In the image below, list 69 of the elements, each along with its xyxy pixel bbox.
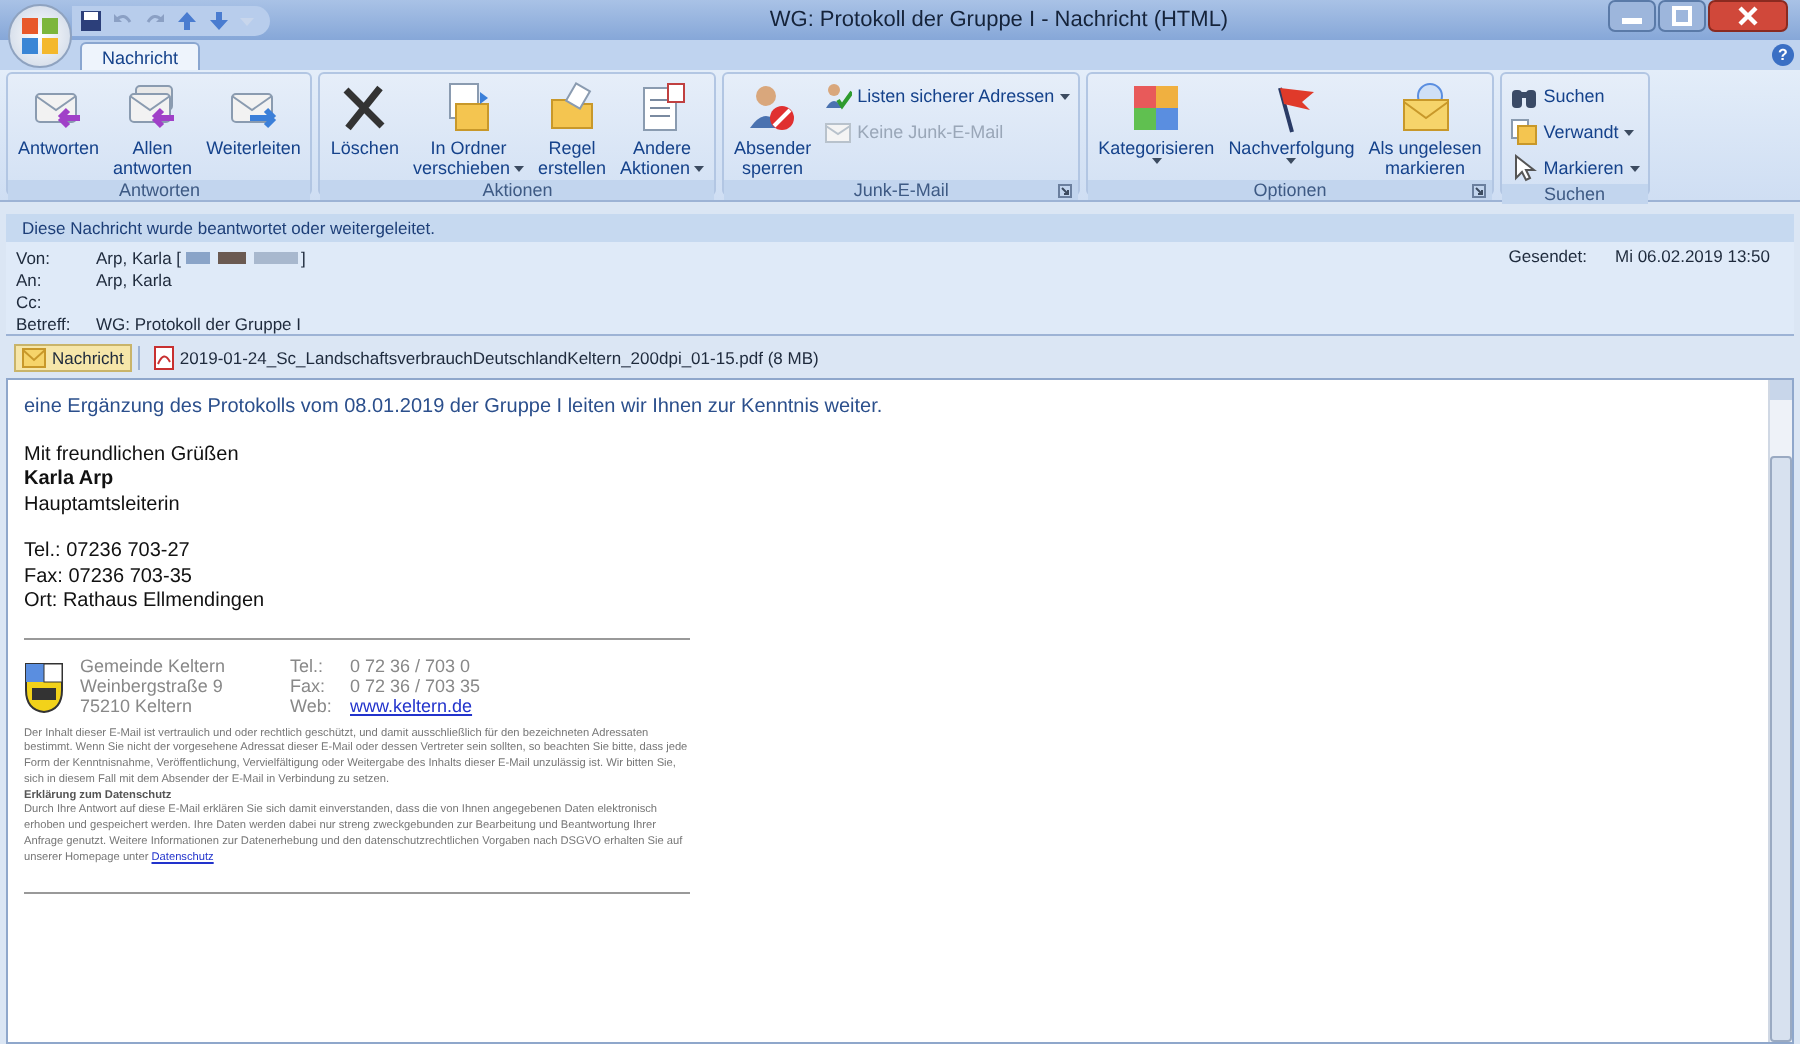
field-label: Gesendet: (1508, 246, 1587, 266)
field-value: WG: Protokoll der Gruppe I (96, 313, 302, 333)
body-text: Hauptamtsleiterin (24, 493, 182, 518)
ribbon-button[interactable]: Weiterleiten (200, 78, 307, 160)
attachment-tab[interactable]: Nachricht (14, 343, 132, 371)
dialog-launcher-icon[interactable] (1058, 184, 1073, 198)
body-text: Fax: 07236 703-35 (24, 565, 194, 590)
ribbon-button[interactable]: Nachverfolgung (1222, 78, 1361, 166)
ribbon-button[interactable]: Als ungelesen markieren (1362, 78, 1488, 180)
field-label: Betreff: (16, 313, 73, 333)
save-icon[interactable] (80, 9, 102, 31)
attachment-tab[interactable]: 2019-01-24_Sc_LandschaftsverbrauchDeutschlandKeltern_200dpi_01-15.pdf (8 MB) (145, 341, 827, 373)
group-label-text: Aktionen (482, 180, 553, 200)
coat-of-arms-icon (24, 661, 64, 713)
info-bar: Diese Nachricht wurde beantwortet oder weitergeleitet. (6, 214, 1794, 242)
field-value: Arp, Karla (96, 269, 172, 289)
maximize-icon[interactable] (1658, 0, 1706, 32)
contact-value: 0 72 36 / 703 0 (350, 655, 473, 675)
ribbon-button[interactable]: Verwandt (1505, 116, 1644, 148)
body-text: Karla Arp (24, 468, 116, 493)
contact-label: Web: (290, 695, 334, 715)
ribbon-button[interactable]: Antworten (12, 78, 106, 160)
envelope-icon (22, 347, 46, 367)
ribbon-button[interactable]: Löschen (324, 78, 405, 160)
field-label: Cc: (16, 291, 44, 311)
ribbon-button[interactable]: Markieren (1505, 152, 1644, 184)
safe-list-icon (823, 82, 852, 110)
field-label: An: (16, 269, 44, 289)
logo-icon (18, 14, 62, 58)
contact-label: Fax: (290, 675, 328, 695)
group-label-text: Junk-E-Mail (853, 180, 949, 200)
ribbon-button[interactable]: In Ordner verschieben (406, 78, 530, 180)
ribbon-button[interactable]: Absender sperren (728, 78, 818, 180)
ribbon-button[interactable]: Suchen (1505, 80, 1644, 112)
window-title: WG: Protokoll der Gruppe I - Nachricht (HTML) (767, 8, 1231, 32)
documents-icon (1509, 118, 1538, 146)
ribbon-button[interactable]: Regel erstellen (531, 78, 613, 180)
up-arrow-icon[interactable] (176, 9, 198, 31)
field-label: Von: (16, 247, 53, 267)
ribbon-tab[interactable]: Nachricht (80, 42, 201, 70)
minimize-icon[interactable] (1608, 0, 1656, 32)
address-line: Gemeinde Keltern (80, 655, 228, 675)
body-text: Mit freundlichen Grüßen (24, 443, 241, 468)
down-arrow-icon[interactable] (208, 9, 230, 31)
help-button[interactable]: ? (1772, 44, 1794, 66)
group-label-text: Suchen (1544, 184, 1606, 204)
body-text: Ort: Rathaus Ellmendingen (24, 590, 267, 615)
ribbon-button[interactable]: Andere Aktionen (614, 78, 711, 180)
ribbon-button[interactable]: Allen antworten (107, 78, 199, 180)
body-text: Tel.: 07236 703-27 (24, 540, 192, 565)
group-label-text: Antworten (118, 180, 200, 200)
contact-label: Tel.: (290, 655, 326, 675)
envelope-icon (823, 118, 852, 146)
scrollbar[interactable] (1768, 380, 1792, 1042)
body-text: eine Ergänzung des Protokolls vom 08.01.2019 der Gruppe I leiten wir Ihnen zur Kenntnis weiter. (24, 396, 885, 421)
envelope-icon (1397, 80, 1453, 136)
ribbon-button[interactable]: Kategorisieren (1092, 78, 1221, 166)
field-value: ] (301, 247, 306, 267)
field-value: Arp, Karla [ (96, 247, 182, 267)
website-link[interactable]: www.keltern.de (350, 695, 481, 715)
group-label-text: Optionen (1253, 180, 1327, 200)
ribbon-button[interactable]: Listen sicherer Adressen (819, 80, 1075, 112)
dialog-launcher-icon[interactable] (1471, 184, 1486, 198)
address-line: Weinbergstraße 9 (80, 675, 225, 695)
field-value: Mi 06.02.2019 13:50 (1614, 246, 1770, 266)
pdf-file-icon (153, 345, 174, 369)
address-line: 75210 Keltern (80, 695, 193, 715)
contact-value: 0 72 36 / 703 35 (350, 675, 481, 695)
cursor-icon (1509, 154, 1538, 182)
